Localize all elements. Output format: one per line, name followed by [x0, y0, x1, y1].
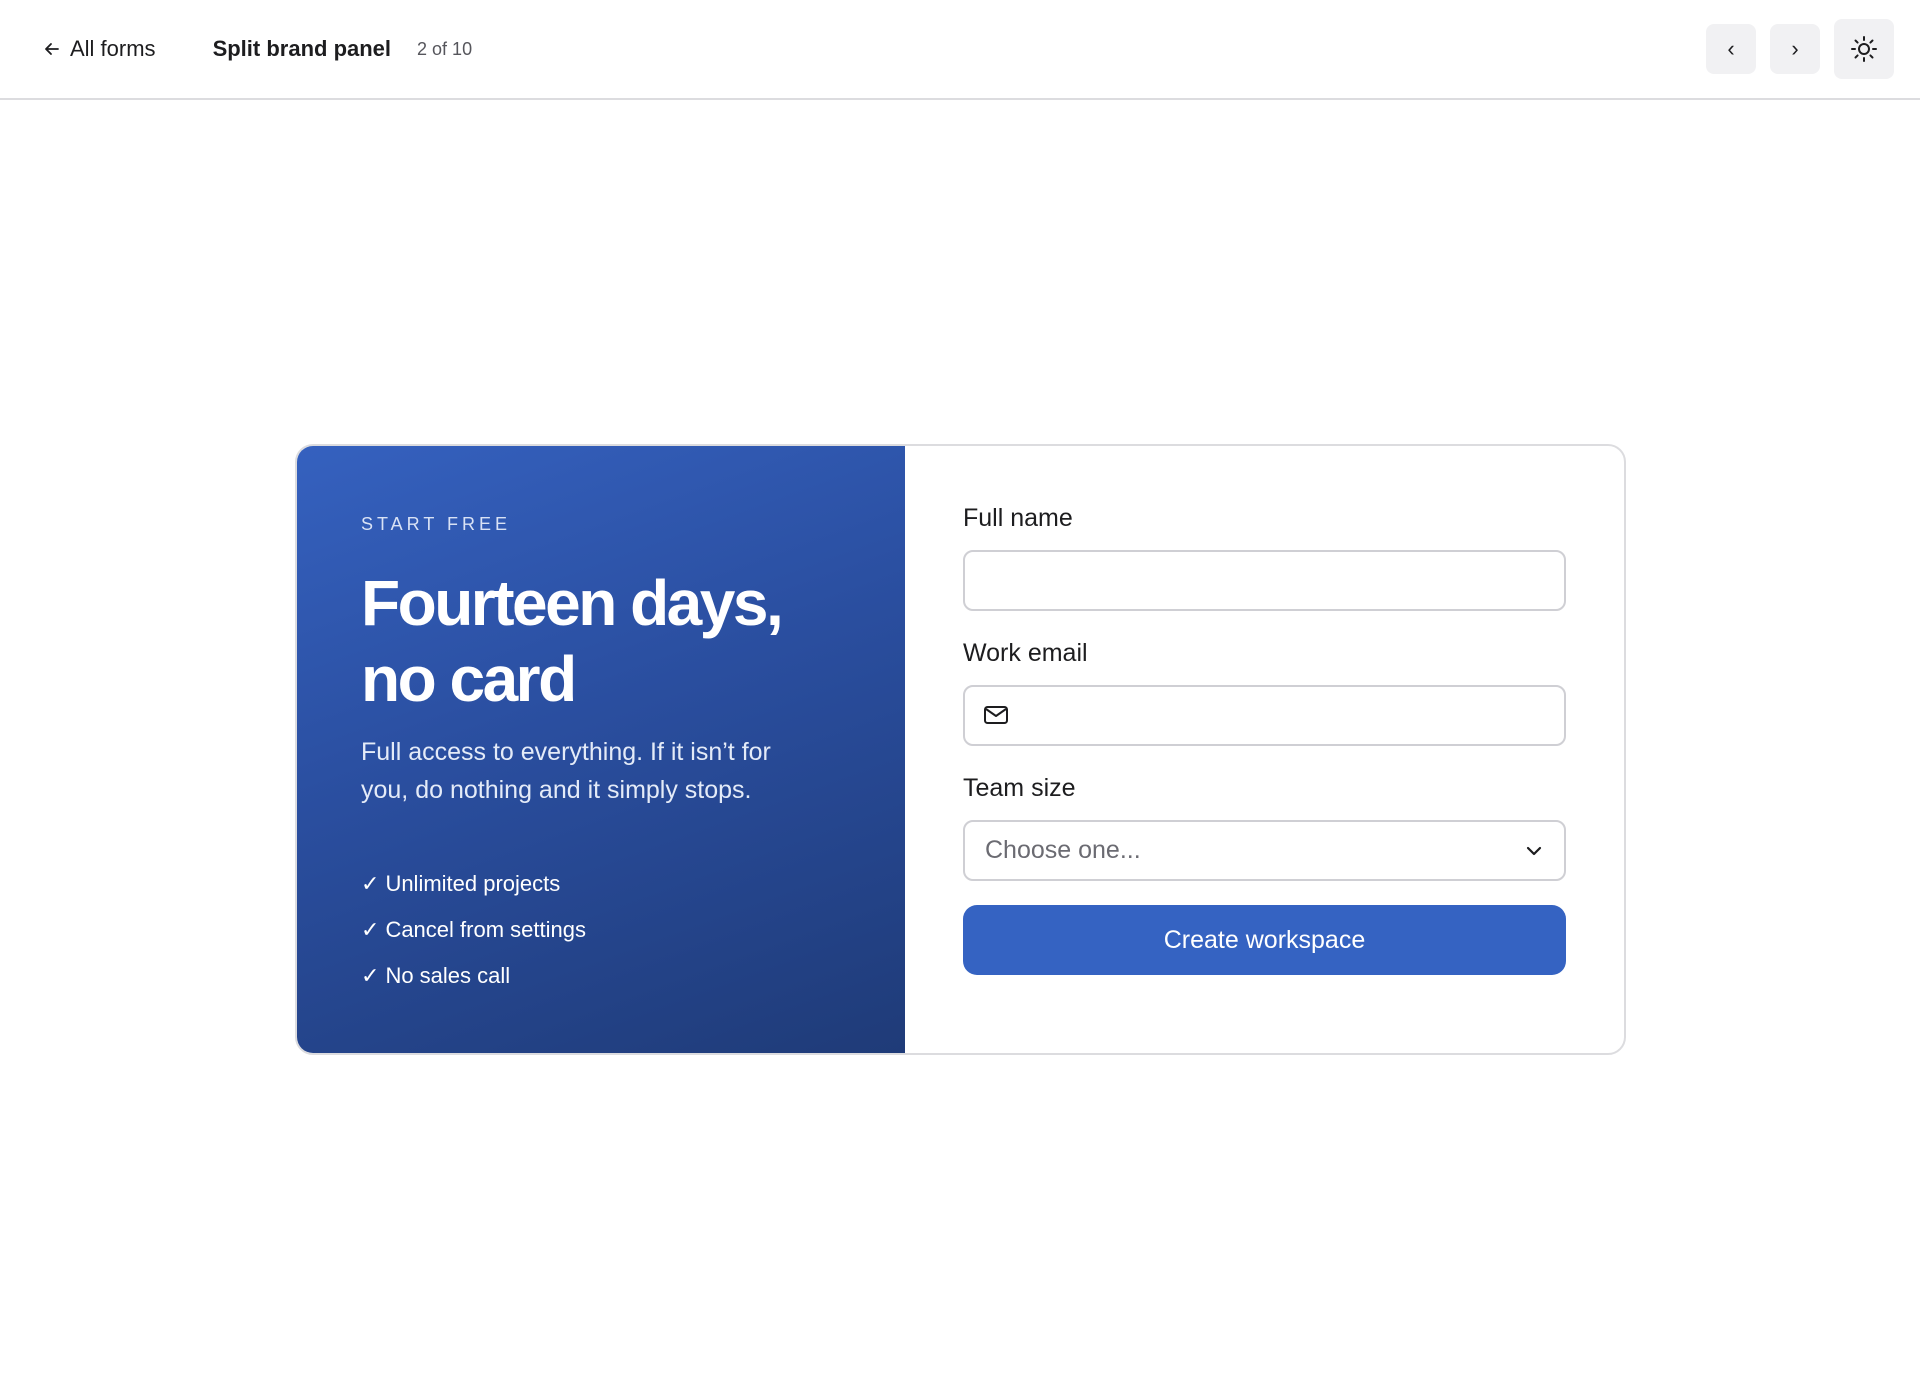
work-email-label: Work email	[963, 639, 1088, 667]
check-icon: ✓	[361, 871, 380, 896]
headline-line-1: Fourteen days,	[361, 567, 784, 639]
theme-toggle-button[interactable]	[1834, 19, 1894, 79]
brand-panel: START FREE Fourteen days, no card Full a…	[297, 446, 905, 1053]
full-name-label: Full name	[963, 504, 1073, 532]
work-email-field-group: Work email	[963, 639, 1566, 746]
team-size-label: Team size	[963, 774, 1076, 802]
next-form-button[interactable]: ›	[1770, 24, 1820, 74]
chevron-right-icon: ›	[1791, 36, 1799, 61]
topbar-actions: ‹ ›	[1706, 19, 1894, 79]
work-email-input[interactable]	[963, 685, 1566, 746]
sun-icon	[1851, 36, 1877, 62]
team-size-select[interactable]: Choose one...	[963, 820, 1566, 881]
feature-item: ✓ No sales call	[361, 953, 845, 999]
eyebrow-text: START FREE	[361, 514, 512, 534]
create-workspace-button[interactable]: Create workspace	[963, 905, 1566, 975]
top-bar: All forms Split brand panel 2 of 10 ‹ ›	[0, 0, 1920, 100]
arrow-left-icon	[45, 43, 59, 55]
headline-line-2: no card	[361, 643, 577, 715]
feature-item: ✓ Cancel from settings	[361, 907, 845, 953]
check-icon: ✓	[361, 917, 380, 942]
lead-text: Full access to everything. If it isn’t f…	[361, 738, 771, 804]
feature-list: ✓ Unlimited projects ✓ Cancel from setti…	[361, 861, 845, 999]
previous-form-button[interactable]: ‹	[1706, 24, 1756, 74]
page-counter: 2 of 10	[417, 38, 473, 59]
signup-card: START FREE Fourteen days, no card Full a…	[295, 444, 1626, 1055]
mail-icon	[984, 706, 1008, 724]
work-email-wrapper	[963, 685, 1566, 746]
chevron-down-icon	[1526, 846, 1542, 855]
chevron-left-icon: ‹	[1727, 36, 1735, 61]
feature-label: Unlimited projects	[385, 871, 561, 896]
feature-item: ✓ Unlimited projects	[361, 861, 845, 907]
feature-label: Cancel from settings	[385, 917, 586, 942]
full-name-input[interactable]	[963, 550, 1566, 611]
team-size-placeholder: Choose one...	[985, 836, 1141, 864]
full-name-field-group: Full name	[963, 504, 1566, 611]
back-to-all-forms-link[interactable]: All forms	[42, 36, 156, 62]
back-link-label: All forms	[70, 36, 156, 61]
headline: Fourteen days, no card	[361, 565, 845, 717]
check-icon: ✓	[361, 963, 380, 988]
signup-form: Full name Work email Team size Choose on…	[905, 446, 1624, 1053]
page-title: Split brand panel	[212, 36, 392, 61]
team-size-field-group: Team size Choose one...	[963, 774, 1566, 881]
feature-label: No sales call	[385, 963, 511, 988]
